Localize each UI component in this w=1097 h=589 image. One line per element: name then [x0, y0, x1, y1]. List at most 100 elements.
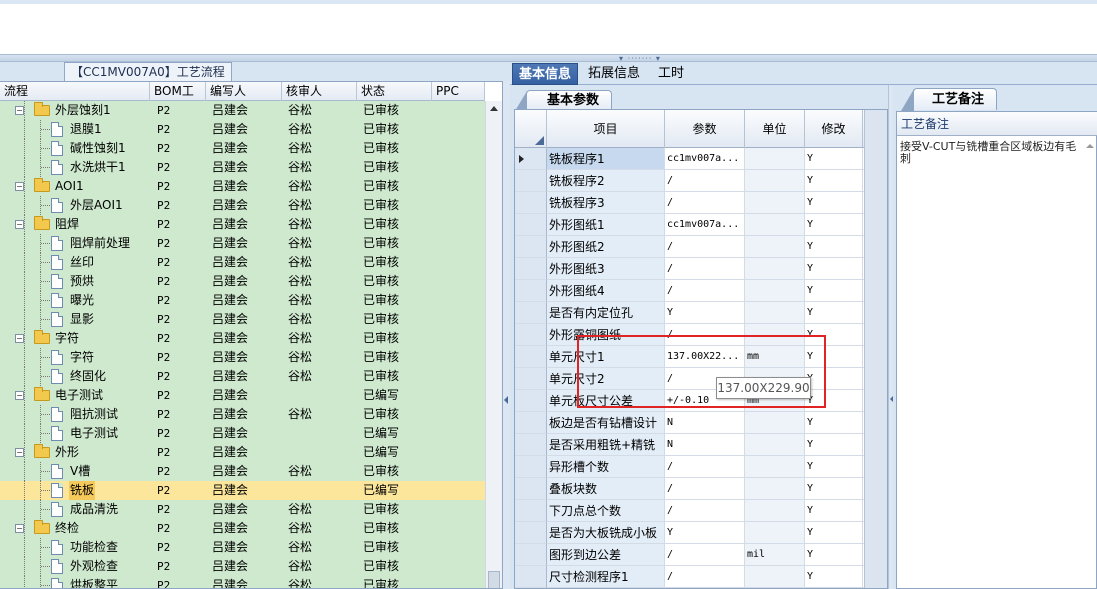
- tree-step-row[interactable]: 字符 P2 吕建会 谷松 已审核: [0, 348, 485, 367]
- modify-cell[interactable]: Y: [805, 302, 863, 324]
- collapse-node-icon[interactable]: −: [15, 448, 24, 457]
- tree-node-cell[interactable]: − 电子测试: [0, 386, 150, 405]
- scroll-up-icon[interactable]: [490, 106, 498, 111]
- tree-scrollbar[interactable]: [485, 101, 502, 588]
- modify-cell[interactable]: Y: [805, 544, 863, 566]
- tree-node-cell[interactable]: 曝光: [0, 291, 150, 310]
- unit-cell[interactable]: [745, 280, 805, 302]
- unit-cell[interactable]: [745, 456, 805, 478]
- col-header-ppc[interactable]: PPC: [432, 82, 485, 101]
- tree-group-row[interactable]: − AOI1 P2 吕建会 谷松 已审核: [0, 177, 485, 196]
- param-cell[interactable]: /: [665, 192, 745, 214]
- param-cell[interactable]: /: [665, 170, 745, 192]
- tree-node-cell[interactable]: 碱性蚀刻1: [0, 139, 150, 158]
- tree-node-cell[interactable]: 预烘: [0, 272, 150, 291]
- tree-step-row[interactable]: 电子测试 P2 吕建会 已编写: [0, 424, 485, 443]
- tree-node-cell[interactable]: 成品清洗: [0, 500, 150, 519]
- unit-cell[interactable]: [745, 522, 805, 544]
- collapse-node-icon[interactable]: −: [15, 524, 24, 533]
- tree-node-cell[interactable]: V槽: [0, 462, 150, 481]
- row-indicator[interactable]: [515, 456, 547, 478]
- param-cell[interactable]: /: [665, 566, 745, 588]
- tree-step-row[interactable]: 功能检查 P2 吕建会 谷松 已审核: [0, 538, 485, 557]
- param-row[interactable]: 尺寸检测程序1/ Y: [515, 566, 887, 588]
- row-indicator[interactable]: [515, 258, 547, 280]
- row-indicator[interactable]: [515, 192, 547, 214]
- row-indicator[interactable]: [515, 390, 547, 412]
- row-indicator[interactable]: [515, 478, 547, 500]
- unit-cell[interactable]: [745, 148, 805, 170]
- tree-step-row[interactable]: 丝印 P2 吕建会 谷松 已审核: [0, 253, 485, 272]
- modify-cell[interactable]: Y: [805, 258, 863, 280]
- modify-cell[interactable]: Y: [805, 566, 863, 588]
- modify-cell[interactable]: Y: [805, 456, 863, 478]
- modify-cell[interactable]: Y: [805, 522, 863, 544]
- tree-node-cell[interactable]: 丝印: [0, 253, 150, 272]
- param-row[interactable]: 异形槽个数 / Y: [515, 456, 887, 478]
- tree-step-row[interactable]: 烘板整平 P2 吕建会 谷松 已审核: [0, 576, 485, 588]
- tree-node-cell[interactable]: 功能检查: [0, 538, 150, 557]
- row-indicator[interactable]: [515, 346, 547, 368]
- tree-step-row[interactable]: 曝光 P2 吕建会 谷松 已审核: [0, 291, 485, 310]
- subtab-process-remarks[interactable]: 工艺备注: [900, 88, 998, 111]
- tree-node-cell[interactable]: 外观检查: [0, 557, 150, 576]
- param-cell[interactable]: /: [665, 500, 745, 522]
- param-cell[interactable]: Y: [665, 522, 745, 544]
- collapse-node-icon[interactable]: −: [15, 182, 24, 191]
- tree-node-cell[interactable]: 退膜1: [0, 120, 150, 139]
- param-row[interactable]: 外形图纸1 cc1mv007a... Y: [515, 214, 887, 236]
- scroll-thumb[interactable]: [488, 571, 500, 588]
- tree-node-cell[interactable]: − AOI1: [0, 177, 150, 196]
- tree-node-cell[interactable]: 终固化: [0, 367, 150, 386]
- unit-cell[interactable]: mil: [745, 544, 805, 566]
- tree-group-row[interactable]: − 终检 P2 吕建会 谷松 已审核: [0, 519, 485, 538]
- tree-node-cell[interactable]: − 外层蚀刻1: [0, 101, 150, 120]
- tree-node-cell[interactable]: − 字符: [0, 329, 150, 348]
- param-row[interactable]: 外形图纸2/ Y: [515, 236, 887, 258]
- unit-cell[interactable]: [745, 434, 805, 456]
- unit-cell[interactable]: [745, 478, 805, 500]
- param-cell[interactable]: N: [665, 434, 745, 456]
- tree-step-row[interactable]: 碱性蚀刻1 P2 吕建会 谷松 已审核: [0, 139, 485, 158]
- row-indicator[interactable]: [515, 280, 547, 302]
- tree-group-row[interactable]: − 外形 P2 吕建会 已编写: [0, 443, 485, 462]
- param-cell[interactable]: /: [665, 456, 745, 478]
- row-indicator[interactable]: [515, 566, 547, 588]
- param-row[interactable]: 是否有内定位孔 Y Y: [515, 302, 887, 324]
- row-indicator[interactable]: [515, 170, 547, 192]
- unit-cell[interactable]: [745, 566, 805, 588]
- row-indicator[interactable]: [515, 148, 547, 170]
- tree-step-row[interactable]: 预烘 P2 吕建会 谷松 已审核: [0, 272, 485, 291]
- col-header-item[interactable]: 项目: [547, 110, 665, 148]
- param-row[interactable]: 外形图纸3/ Y: [515, 258, 887, 280]
- tree-group-row[interactable]: − 字符 P2 吕建会 谷松 已审核: [0, 329, 485, 348]
- unit-cell[interactable]: [745, 214, 805, 236]
- unit-cell[interactable]: [745, 192, 805, 214]
- param-row[interactable]: 是否采用粗铣+精铣 N Y: [515, 434, 887, 456]
- row-indicator[interactable]: [515, 544, 547, 566]
- col-header-bom[interactable]: BOM工厂: [150, 82, 206, 117]
- param-row[interactable]: 板边是否有钻槽设计 N Y: [515, 412, 887, 434]
- tree-node-cell[interactable]: 阻焊前处理: [0, 234, 150, 253]
- row-indicator[interactable]: [515, 522, 547, 544]
- unit-cell[interactable]: [745, 302, 805, 324]
- collapse-node-icon[interactable]: −: [15, 391, 24, 400]
- param-row[interactable]: 下刀点总个数 / Y: [515, 500, 887, 522]
- tab-work-hours[interactable]: 工时: [652, 63, 690, 85]
- param-cell[interactable]: /: [665, 280, 745, 302]
- modify-cell[interactable]: Y: [805, 148, 863, 170]
- col-header-unit[interactable]: 单位: [745, 110, 805, 148]
- remarks-text[interactable]: 接受V-CUT与铣槽重合区域板边有毛刺: [900, 141, 1082, 165]
- tab-extended-info[interactable]: 拓展信息: [582, 63, 646, 85]
- tree-step-row[interactable]: 显影 P2 吕建会 谷松 已审核: [0, 310, 485, 329]
- param-row[interactable]: 图形到边公差 / mil Y: [515, 544, 887, 566]
- col-header-modify[interactable]: 修改: [805, 110, 863, 148]
- col-header-param[interactable]: 参数: [665, 110, 745, 148]
- horizontal-splitter[interactable]: ▾ ······· ▾: [0, 54, 1097, 63]
- tree-node-cell[interactable]: 显影: [0, 310, 150, 329]
- collapse-node-icon[interactable]: −: [15, 334, 24, 343]
- tab-basic-info[interactable]: 基本信息: [512, 63, 579, 85]
- param-cell[interactable]: Y: [665, 302, 745, 324]
- tree-node-cell[interactable]: − 外形: [0, 443, 150, 462]
- param-cell[interactable]: cc1mv007a...: [665, 214, 745, 236]
